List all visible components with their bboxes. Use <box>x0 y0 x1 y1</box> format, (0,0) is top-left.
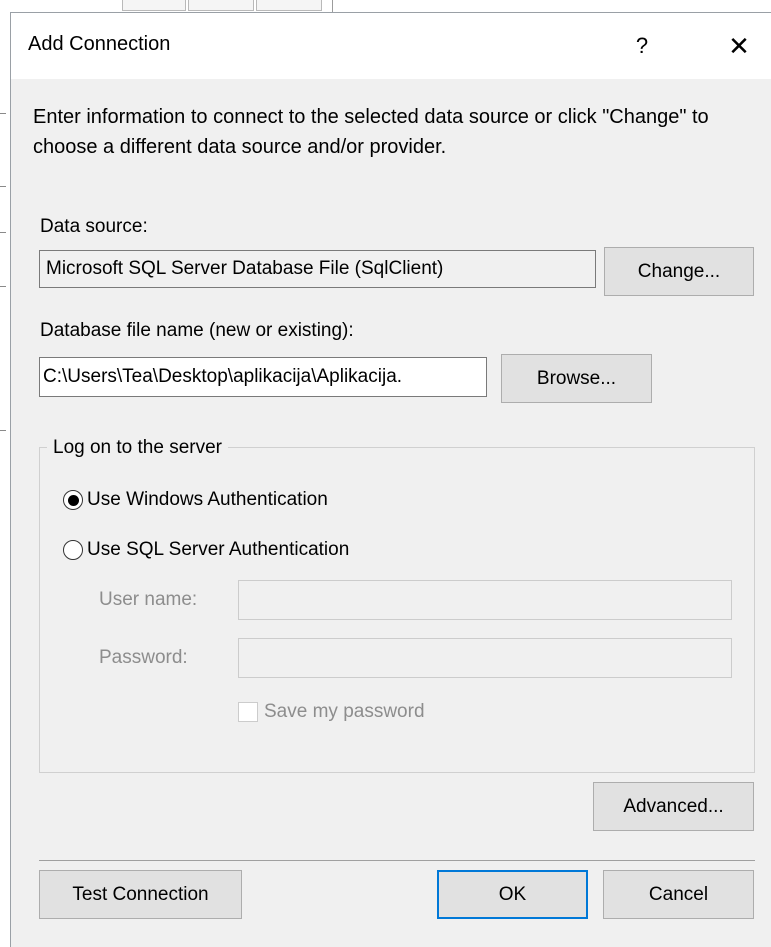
parent-window-mark <box>0 430 6 431</box>
parent-window-tab <box>188 0 254 11</box>
parent-window-tab <box>256 0 322 11</box>
test-connection-label: Test Connection <box>72 883 209 905</box>
cancel-label: Cancel <box>648 883 709 905</box>
parent-window-mark <box>0 186 6 187</box>
windows-auth-label: Use Windows Authentication <box>87 489 328 510</box>
data-source-label: Data source: <box>40 216 148 237</box>
advanced-button[interactable]: Advanced... <box>593 782 754 831</box>
sql-auth-radio[interactable]: Use SQL Server Authentication <box>63 539 349 561</box>
database-file-input[interactable]: C:\Users\Tea\Desktop\aplikacija\Aplikaci… <box>39 357 487 397</box>
parent-window-mark <box>0 286 6 287</box>
advanced-button-label: Advanced... <box>623 795 724 817</box>
save-password-checkbox[interactable]: Save my password <box>238 701 425 723</box>
close-button[interactable]: ✕ <box>716 23 762 69</box>
username-label: User name: <box>99 589 198 610</box>
add-connection-dialog: Add Connection ? ✕ Enter information to … <box>10 12 771 947</box>
cancel-button[interactable]: Cancel <box>603 870 754 919</box>
ok-button[interactable]: OK <box>437 870 588 919</box>
help-button[interactable]: ? <box>619 23 665 69</box>
database-file-value: C:\Users\Tea\Desktop\aplikacija\Aplikaci… <box>43 366 403 387</box>
change-button-label: Change... <box>637 260 721 282</box>
windows-auth-radio[interactable]: Use Windows Authentication <box>63 489 328 511</box>
close-icon: ✕ <box>728 30 750 61</box>
checkbox-icon <box>238 702 258 722</box>
parent-window-mark <box>0 232 6 233</box>
save-password-label: Save my password <box>264 701 425 722</box>
change-button[interactable]: Change... <box>604 247 754 296</box>
dialog-title: Add Connection <box>28 33 171 55</box>
password-label: Password: <box>99 647 188 668</box>
parent-window-tab <box>122 0 186 11</box>
help-icon: ? <box>635 33 649 58</box>
username-input[interactable] <box>238 580 732 620</box>
dialog-separator <box>39 860 755 861</box>
intro-text: Enter information to connect to the sele… <box>33 106 709 158</box>
browse-button-label: Browse... <box>536 367 617 389</box>
password-input[interactable] <box>238 638 732 678</box>
ok-label: OK <box>498 883 527 905</box>
parent-window-mark <box>0 113 6 114</box>
browse-button[interactable]: Browse... <box>501 354 652 403</box>
sql-auth-label: Use SQL Server Authentication <box>87 539 350 560</box>
test-connection-button[interactable]: Test Connection <box>39 870 242 919</box>
database-file-label: Database file name (new or existing): <box>40 320 354 341</box>
dialog-titlebar: Add Connection ? ✕ <box>11 13 771 79</box>
radio-unselected-icon <box>63 540 83 560</box>
radio-selected-icon <box>63 490 83 510</box>
data-source-field: Microsoft SQL Server Database File (SqlC… <box>39 250 596 288</box>
data-source-value: Microsoft SQL Server Database File (SqlC… <box>46 258 444 279</box>
logon-group-title: Log on to the server <box>47 437 228 459</box>
parent-window-strip <box>0 0 771 12</box>
parent-window-divider <box>332 0 333 12</box>
